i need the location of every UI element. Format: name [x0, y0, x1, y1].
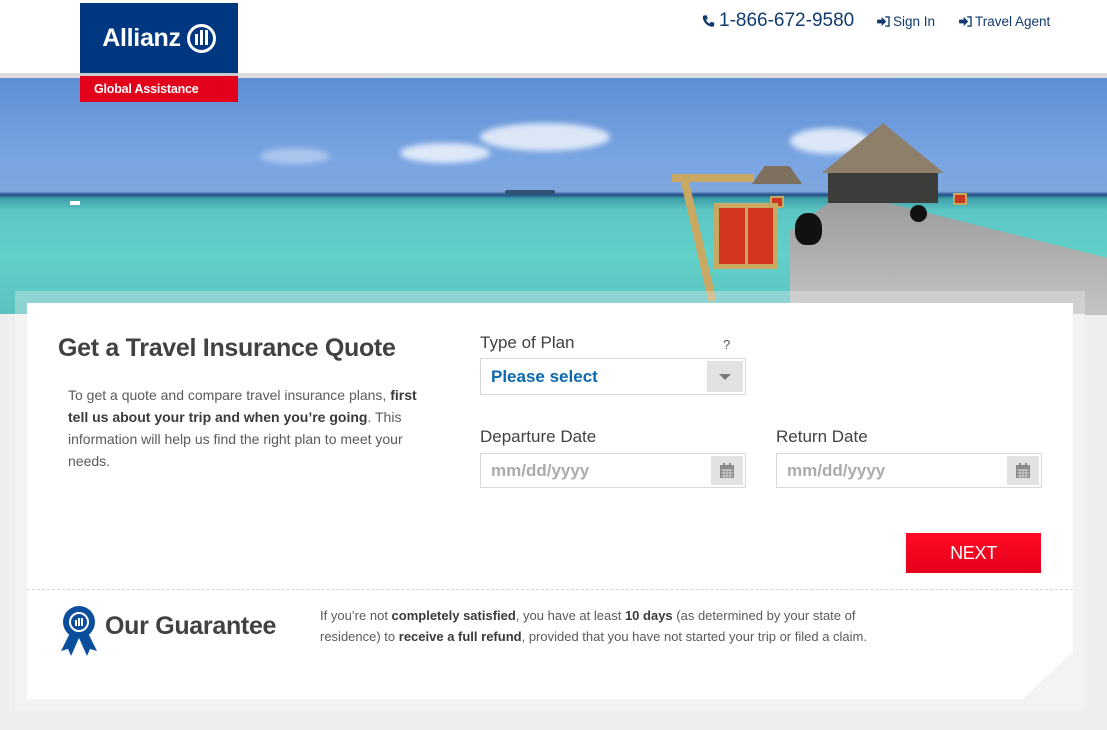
plan-type-label: Type of Plan — [480, 333, 575, 352]
return-date-label: Return Date — [776, 427, 868, 446]
calendar-icon — [720, 463, 734, 478]
sign-in-icon — [959, 16, 972, 27]
sign-in-label: Sign In — [893, 14, 936, 29]
intro-text: To get a quote and compare travel insura… — [68, 387, 417, 469]
dropdown-button[interactable] — [707, 361, 743, 392]
page-title: Get a Travel Insurance Quote — [58, 334, 396, 362]
calendar-icon — [1016, 463, 1030, 478]
allianz-logo[interactable]: Allianz Global Assistance — [80, 3, 238, 102]
plan-type-value: Please select — [491, 367, 598, 386]
cloud — [480, 123, 610, 151]
guarantee-title: Our Guarantee — [105, 612, 277, 640]
travel-agent-link[interactable]: Travel Agent — [959, 14, 1050, 29]
cloud — [400, 143, 490, 163]
sub-brand: Global Assistance — [80, 76, 238, 102]
red-lantern — [714, 203, 778, 269]
phone-icon — [702, 15, 715, 27]
sign-in-icon — [877, 16, 890, 27]
travel-agent-label: Travel Agent — [975, 14, 1051, 29]
section-divider — [27, 589, 1073, 590]
hut-base — [828, 173, 938, 203]
sign-in-link[interactable]: Sign In — [877, 14, 935, 29]
island — [505, 190, 555, 194]
award-ribbon-icon — [61, 606, 97, 656]
plan-help-icon[interactable]: ? — [723, 337, 730, 352]
allianz-eagle-icon — [186, 23, 216, 53]
departure-date-label: Departure Date — [480, 427, 597, 446]
black-urn — [910, 205, 927, 222]
plan-type-select[interactable]: Please select — [480, 358, 746, 395]
phone-number-text: 1-866-672-9580 — [719, 10, 855, 31]
guarantee-text: If you’re not completely satisfied, you … — [320, 608, 867, 644]
departure-date-input[interactable] — [481, 454, 709, 487]
departure-calendar-button[interactable] — [711, 456, 743, 485]
logo-wordmark: Allianz — [80, 3, 238, 73]
lamp — [953, 193, 967, 205]
lantern-frame — [672, 174, 754, 182]
phone-number[interactable]: 1-866-672-9580 — [702, 10, 854, 32]
return-calendar-button[interactable] — [1007, 456, 1039, 485]
return-date-field — [776, 453, 1042, 488]
departure-date-field — [480, 453, 746, 488]
return-date-input[interactable] — [777, 454, 1005, 487]
caret-down-icon — [719, 373, 731, 380]
boat — [70, 201, 80, 205]
black-urn — [795, 213, 822, 245]
cloud — [260, 148, 330, 164]
brand-name: Allianz — [102, 23, 181, 52]
next-button[interactable]: NEXT — [906, 533, 1041, 573]
